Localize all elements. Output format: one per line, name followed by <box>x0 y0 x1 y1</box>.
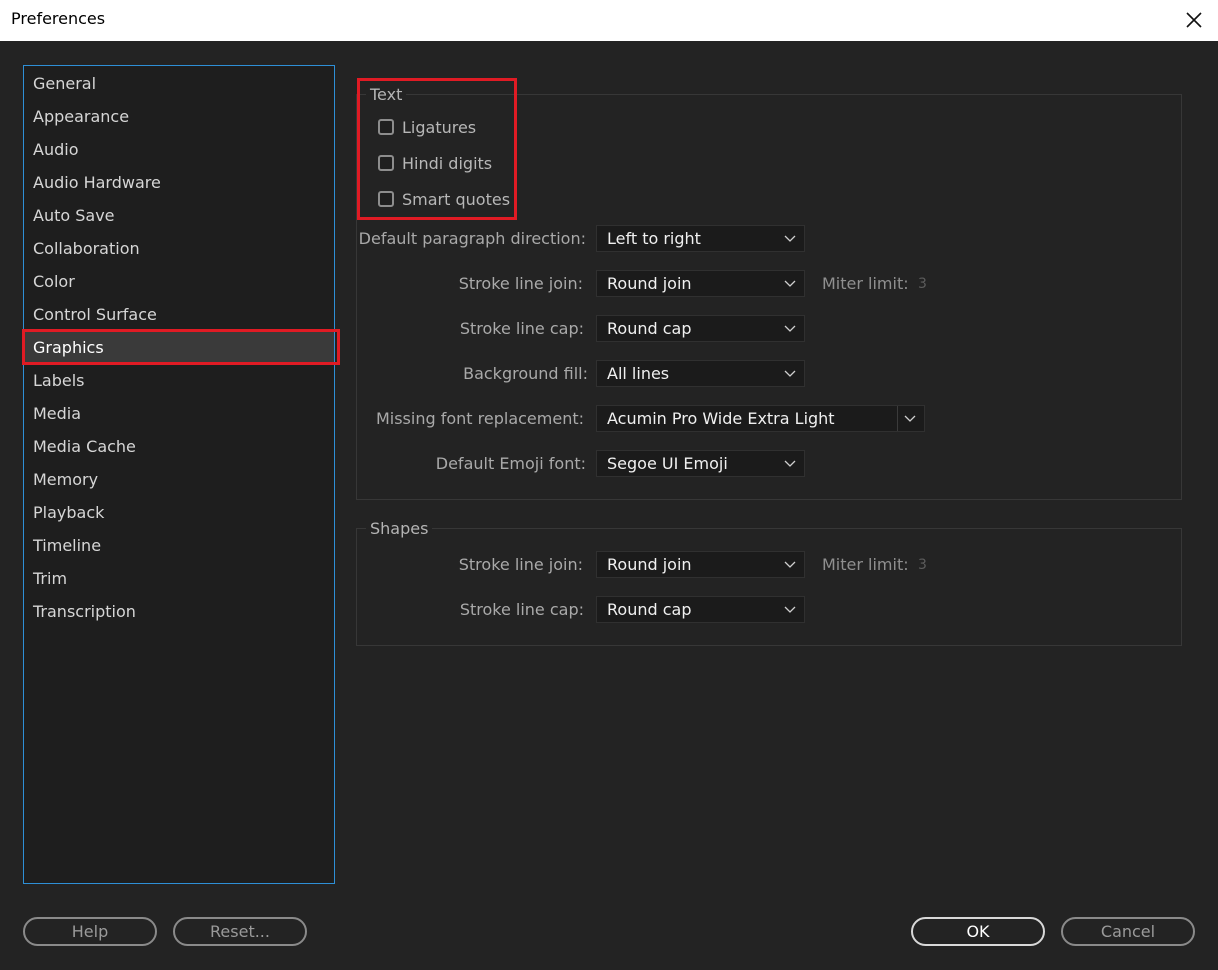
background-fill-label: Background fill: <box>463 364 588 383</box>
text-stroke-line-cap-label: Stroke line cap: <box>459 319 584 338</box>
sidebar-item-collaboration[interactable]: Collaboration <box>24 232 334 265</box>
shapes-stroke-line-cap-label: Stroke line cap: <box>459 600 584 619</box>
paragraph-direction-dropdown[interactable]: Left to right <box>596 225 805 252</box>
shapes-group-box <box>356 528 1182 646</box>
chevron-down-icon <box>784 370 796 377</box>
chevron-down-icon <box>784 280 796 287</box>
emoji-font-dropdown[interactable]: Segoe UI Emoji <box>596 450 805 477</box>
sidebar-item-trim[interactable]: Trim <box>24 562 334 595</box>
sidebar-item-media-cache[interactable]: Media Cache <box>24 430 334 463</box>
background-fill-value: All lines <box>607 364 670 383</box>
shapes-stroke-line-join-value: Round join <box>607 555 692 574</box>
shapes-miter-limit-label: Miter limit: <box>822 555 909 574</box>
sidebar-item-transcription[interactable]: Transcription <box>24 595 334 628</box>
sidebar-item-media[interactable]: Media <box>24 397 334 430</box>
sidebar-item-timeline[interactable]: Timeline <box>24 529 334 562</box>
window-title: Preferences <box>11 9 106 28</box>
sidebar-item-control-surface[interactable]: Control Surface <box>24 298 334 331</box>
shapes-stroke-line-join-label: Stroke line join: <box>458 555 583 574</box>
shapes-stroke-line-cap-value: Round cap <box>607 600 692 619</box>
missing-font-dropdown[interactable]: Acumin Pro Wide Extra Light <box>596 405 925 432</box>
chevron-down-icon <box>784 235 796 242</box>
sidebar-item-auto-save[interactable]: Auto Save <box>24 199 334 232</box>
cancel-button[interactable]: Cancel <box>1061 917 1195 946</box>
dropdown-separator <box>897 406 898 431</box>
sidebar-item-appearance[interactable]: Appearance <box>24 100 334 133</box>
shapes-stroke-line-cap-dropdown[interactable]: Round cap <box>596 596 805 623</box>
shapes-stroke-line-join-dropdown[interactable]: Round join <box>596 551 805 578</box>
emoji-font-label: Default Emoji font: <box>435 454 586 473</box>
sidebar-item-audio[interactable]: Audio <box>24 133 334 166</box>
sidebar-item-memory[interactable]: Memory <box>24 463 334 496</box>
shapes-miter-limit-value[interactable]: 3 <box>918 555 927 575</box>
sidebar-item-general[interactable]: General <box>24 67 334 100</box>
paragraph-direction-value: Left to right <box>607 229 701 248</box>
reset-button[interactable]: Reset... <box>173 917 307 946</box>
text-stroke-line-join-value: Round join <box>607 274 692 293</box>
graphics-highlight-box <box>22 329 340 365</box>
emoji-font-value: Segoe UI Emoji <box>607 454 728 473</box>
missing-font-value: Acumin Pro Wide Extra Light <box>607 409 835 428</box>
preferences-category-list[interactable]: General Appearance Audio Audio Hardware … <box>23 65 335 884</box>
shapes-group-legend: Shapes <box>366 519 433 539</box>
background-fill-dropdown[interactable]: All lines <box>596 360 805 387</box>
chevron-down-icon <box>904 415 916 422</box>
ok-button[interactable]: OK <box>911 917 1045 946</box>
help-button[interactable]: Help <box>23 917 157 946</box>
text-stroke-line-cap-dropdown[interactable]: Round cap <box>596 315 805 342</box>
text-stroke-line-join-label: Stroke line join: <box>458 274 583 293</box>
sidebar-item-audio-hardware[interactable]: Audio Hardware <box>24 166 334 199</box>
sidebar-item-playback[interactable]: Playback <box>24 496 334 529</box>
close-icon <box>1186 12 1202 28</box>
text-stroke-line-join-dropdown[interactable]: Round join <box>596 270 805 297</box>
close-button[interactable] <box>1178 4 1210 36</box>
text-stroke-line-cap-value: Round cap <box>607 319 692 338</box>
missing-font-label: Missing font replacement: <box>375 409 584 428</box>
paragraph-direction-label: Default paragraph direction: <box>358 229 586 248</box>
sidebar-item-labels[interactable]: Labels <box>24 364 334 397</box>
text-options-highlight-box <box>357 78 517 220</box>
title-bar: Preferences <box>0 0 1218 41</box>
text-miter-limit-value[interactable]: 3 <box>918 274 927 294</box>
chevron-down-icon <box>784 561 796 568</box>
text-miter-limit-label: Miter limit: <box>822 274 909 293</box>
chevron-down-icon <box>784 325 796 332</box>
chevron-down-icon <box>784 606 796 613</box>
sidebar-item-color[interactable]: Color <box>24 265 334 298</box>
chevron-down-icon <box>784 460 796 467</box>
